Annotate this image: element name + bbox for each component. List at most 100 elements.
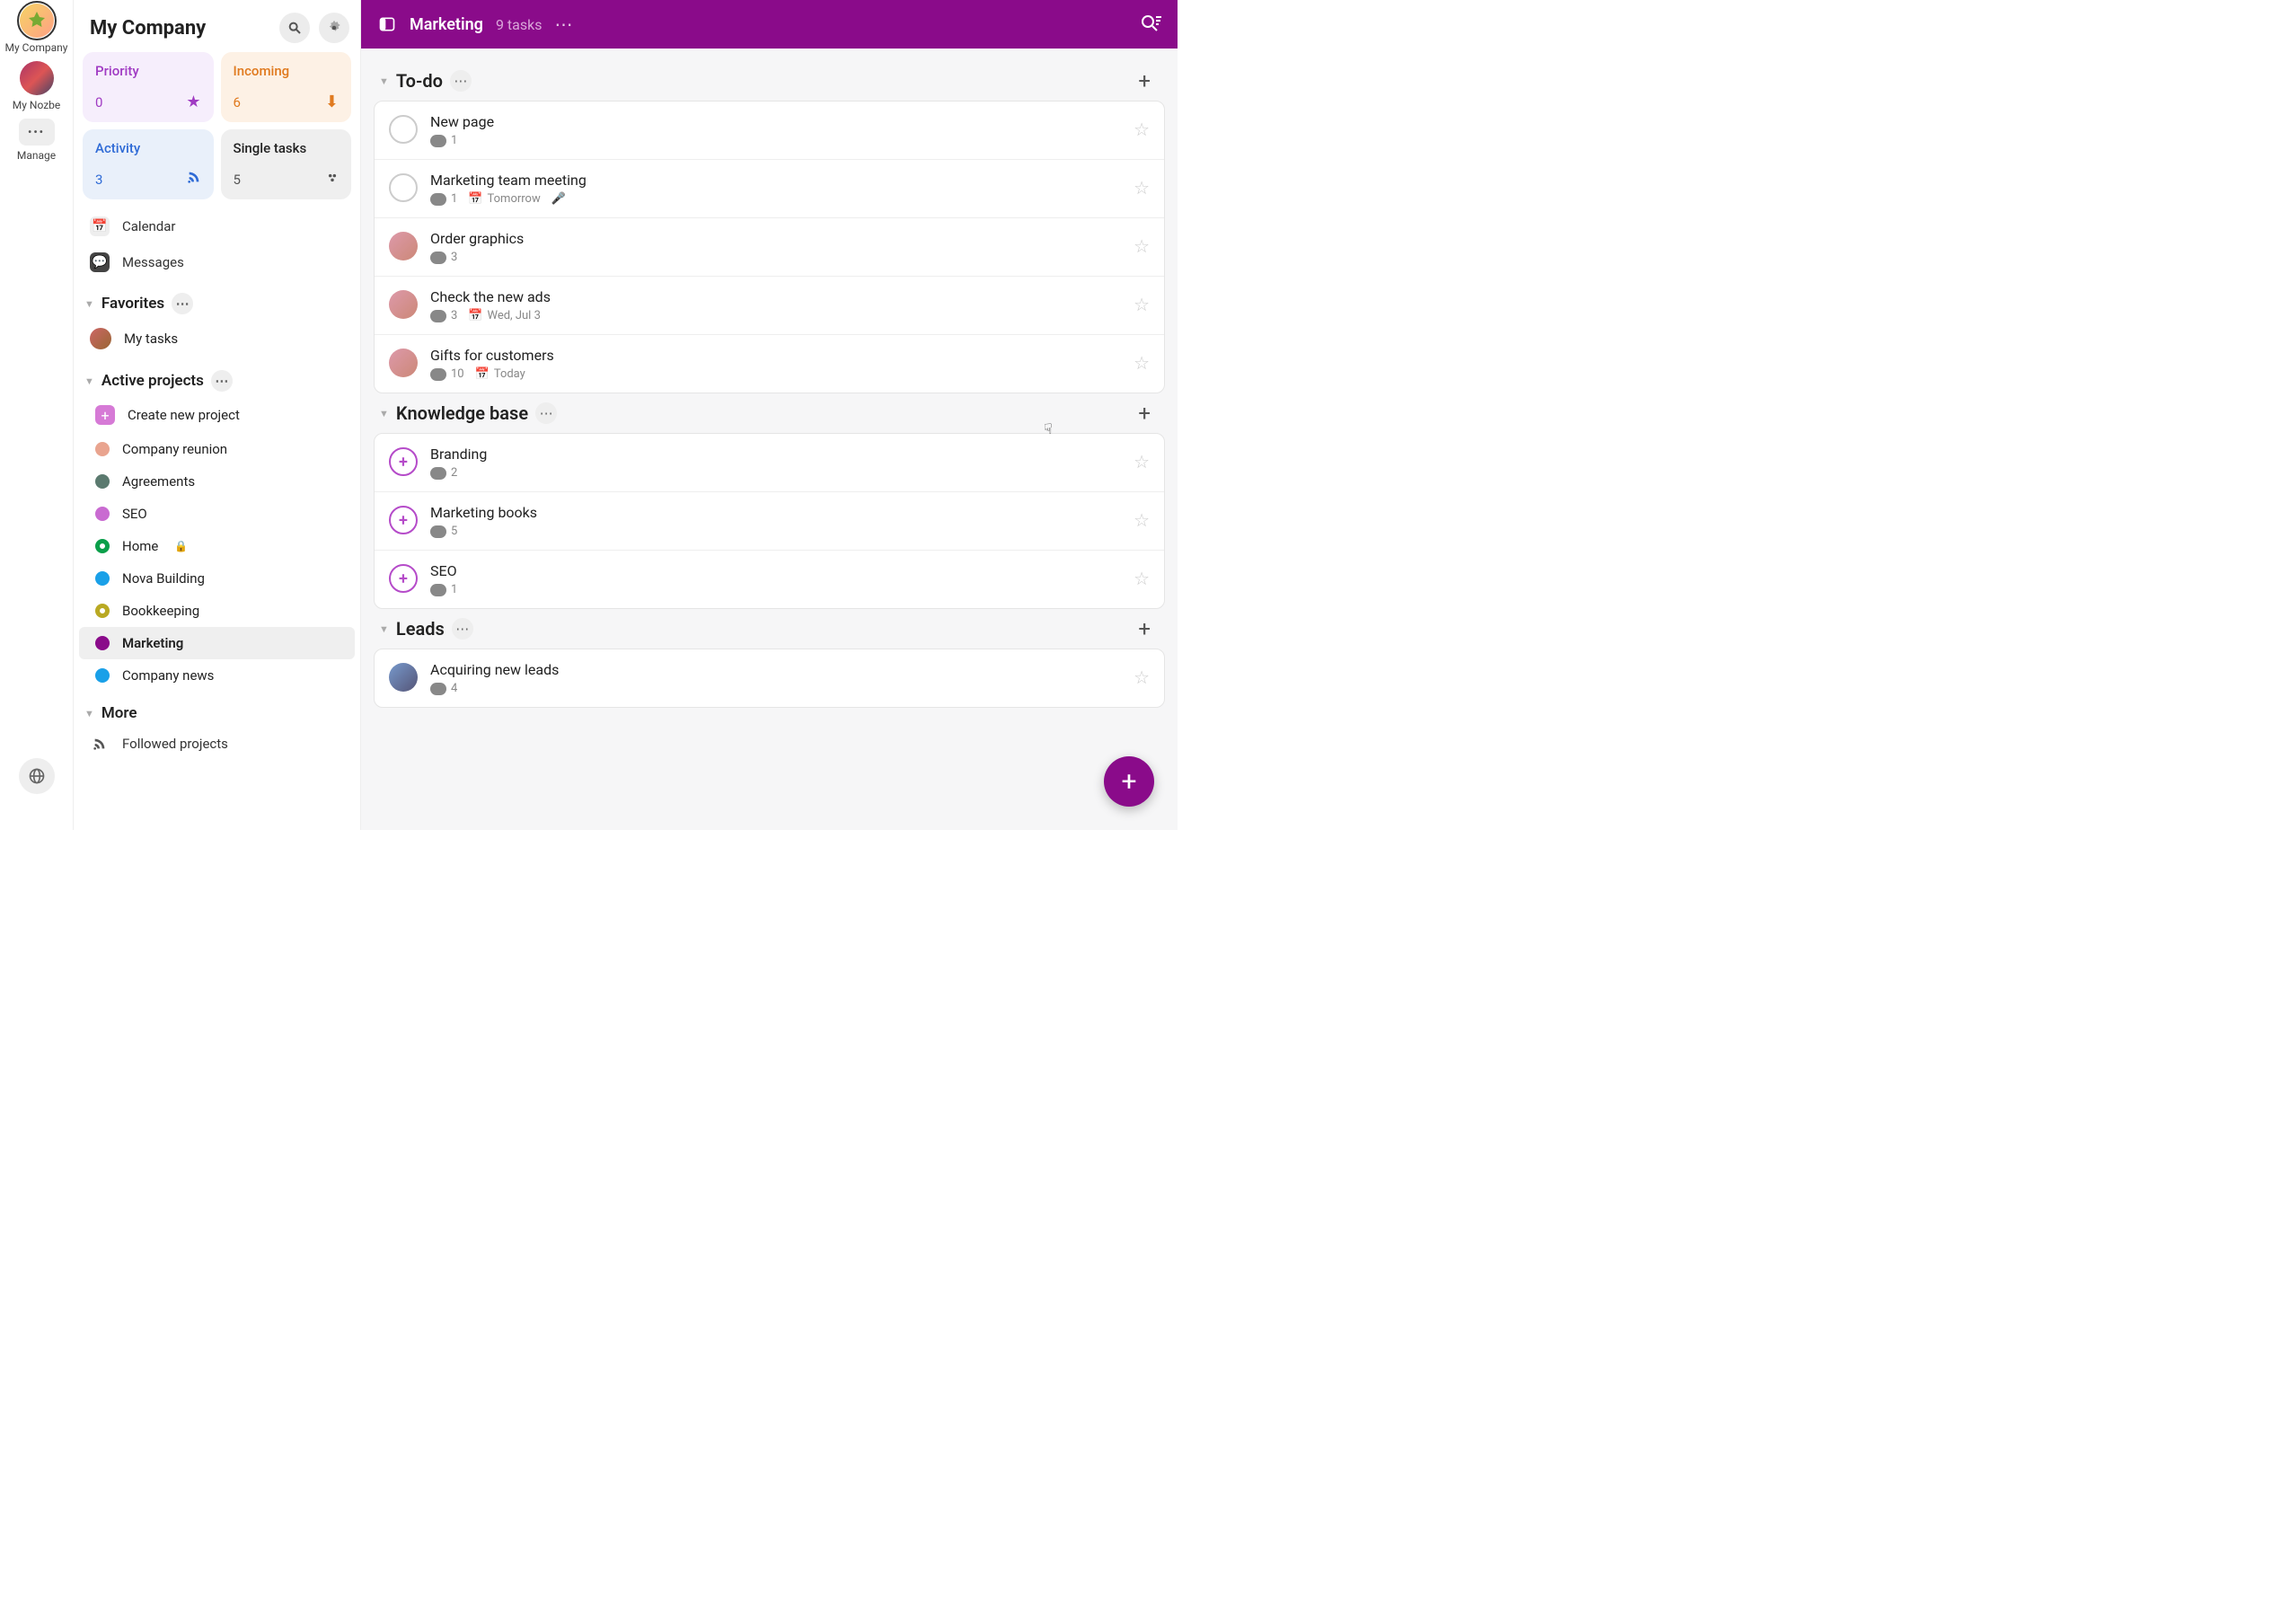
chevron-down-icon: ▼ — [379, 623, 389, 635]
search-button[interactable] — [279, 13, 310, 43]
task-row[interactable]: New page1☆ — [375, 102, 1164, 160]
task-avatar[interactable] — [389, 115, 418, 144]
favorites-section-header[interactable]: ▼ Favorites ⋯ — [74, 280, 360, 320]
filter-button[interactable] — [1140, 12, 1161, 37]
star-icon: ★ — [186, 93, 200, 111]
task-name: SEO — [430, 562, 1121, 579]
project-item-company-news[interactable]: Company news — [79, 659, 355, 692]
task-avatar[interactable] — [389, 663, 418, 692]
section-title: Knowledge base — [396, 402, 528, 424]
tile-single-tasks[interactable]: Single tasks 5 — [221, 129, 352, 199]
project-color-dot — [95, 442, 110, 456]
task-row[interactable]: +Marketing books5☆ — [375, 492, 1164, 551]
tile-count: 0 — [95, 94, 102, 110]
task-row[interactable]: +Branding2☆ — [375, 434, 1164, 492]
section-add-button[interactable]: + — [1138, 616, 1160, 641]
nav-label: Messages — [122, 254, 184, 270]
task-avatar[interactable] — [389, 349, 418, 377]
project-item-nova-building[interactable]: Nova Building — [79, 562, 355, 595]
project-item-company-reunion[interactable]: Company reunion — [79, 433, 355, 465]
task-row[interactable]: Order graphics3 ☆ — [375, 218, 1164, 277]
rail-workspace-company[interactable]: My Company — [0, 4, 73, 54]
project-color-dot — [95, 507, 110, 521]
task-meta: 3 — [430, 251, 1121, 264]
task-star-button[interactable]: ☆ — [1134, 352, 1150, 374]
project-label: Marketing — [122, 635, 183, 651]
task-avatar[interactable] — [389, 173, 418, 202]
task-star-button[interactable]: ☆ — [1134, 177, 1150, 199]
project-label: SEO — [122, 506, 147, 522]
nav-followed-projects[interactable]: Followed projects — [74, 728, 360, 760]
project-item-marketing[interactable]: Marketing — [79, 627, 355, 659]
followed-icon — [90, 737, 110, 751]
section-title: Leads — [396, 618, 445, 640]
task-star-button[interactable]: ☆ — [1134, 509, 1150, 531]
project-title: Marketing — [410, 15, 483, 34]
task-list: New page1☆Marketing team meeting1📅Tomorr… — [374, 101, 1165, 393]
tile-activity[interactable]: Activity 3 — [83, 129, 214, 199]
task-name: Marketing team meeting — [430, 172, 1121, 189]
task-row[interactable]: Gifts for customers10📅Today ☆ — [375, 335, 1164, 393]
more-section-header[interactable]: ▼ More — [74, 692, 360, 728]
projects-section-header[interactable]: ▼ Active projects ⋯ — [74, 357, 360, 397]
section-menu-button[interactable]: ⋯ — [535, 402, 557, 424]
task-meta: 1 — [430, 134, 1121, 147]
project-item-seo[interactable]: SEO — [79, 498, 355, 530]
section-add-button[interactable]: + — [1138, 68, 1160, 93]
task-row[interactable]: Check the new ads3📅Wed, Jul 3☆ — [375, 277, 1164, 335]
task-star-button[interactable]: ☆ — [1134, 666, 1150, 688]
section-header[interactable]: ▼ Leads ⋯ + — [374, 609, 1165, 649]
project-color-dot — [95, 668, 110, 683]
task-body: SEO1 — [430, 562, 1121, 596]
favorite-my-tasks[interactable]: My tasks — [74, 320, 360, 357]
section-menu-button[interactable]: ⋯ — [172, 293, 193, 314]
tile-incoming[interactable]: Incoming 6 ⬇ — [221, 52, 352, 122]
section-header[interactable]: ▼ To-do ⋯ + — [374, 61, 1165, 101]
task-body: Order graphics3 — [430, 230, 1121, 264]
project-label: Nova Building — [122, 570, 205, 587]
rail-manage[interactable]: ••• Manage — [0, 119, 73, 162]
tile-priority[interactable]: Priority 0 ★ — [83, 52, 214, 122]
task-avatar[interactable] — [389, 232, 418, 260]
rail-workspace-mynozbe[interactable]: My Nozbe — [0, 61, 73, 111]
task-star-button[interactable]: ☆ — [1134, 119, 1150, 140]
task-avatar[interactable]: + — [389, 506, 418, 534]
task-star-button[interactable]: ☆ — [1134, 568, 1150, 589]
task-star-button[interactable]: ☆ — [1134, 294, 1150, 315]
section-add-button[interactable]: + — [1138, 401, 1160, 426]
task-avatar[interactable] — [389, 290, 418, 319]
project-item-home[interactable]: Home🔒 — [79, 530, 355, 562]
tile-count: 6 — [234, 94, 241, 110]
task-body: Acquiring new leads4 — [430, 661, 1121, 695]
create-project-button[interactable]: + Create new project — [79, 397, 355, 433]
task-avatar[interactable]: + — [389, 447, 418, 476]
task-avatar[interactable]: + — [389, 564, 418, 593]
project-menu-button[interactable]: ⋯ — [554, 13, 574, 35]
section-menu-button[interactable]: ⋯ — [450, 70, 472, 92]
task-list: +Branding2☆+Marketing books5☆+SEO1☆ — [374, 433, 1165, 609]
workspace-avatar — [20, 61, 54, 95]
nav-messages[interactable]: 💬 Messages — [74, 244, 360, 280]
task-row[interactable]: Acquiring new leads4 ☆ — [375, 649, 1164, 707]
add-task-fab[interactable]: + — [1104, 756, 1154, 807]
task-meta: 5 — [430, 525, 1121, 538]
section-header[interactable]: ▼ Knowledge base ⋯ + — [374, 393, 1165, 433]
section-menu-button[interactable]: ⋯ — [211, 370, 233, 392]
task-star-button[interactable]: ☆ — [1134, 235, 1150, 257]
project-item-agreements[interactable]: Agreements — [79, 465, 355, 498]
task-meta: 4 — [430, 682, 1121, 695]
task-comments: 5 — [430, 525, 457, 538]
task-row[interactable]: Marketing team meeting1📅Tomorrow🎤☆ — [375, 160, 1164, 218]
sidebar-toggle-button[interactable] — [377, 14, 397, 34]
nav-calendar[interactable]: 📅 Calendar — [74, 208, 360, 244]
chevron-down-icon: ▼ — [84, 708, 94, 719]
section-menu-button[interactable]: ⋯ — [452, 618, 473, 640]
rail-globe-button[interactable] — [19, 758, 55, 794]
task-row[interactable]: + SEO1 ☆ — [375, 551, 1164, 608]
tile-name: Incoming — [234, 63, 340, 79]
task-body: Gifts for customers10📅Today — [430, 347, 1121, 381]
settings-button[interactable] — [319, 13, 349, 43]
project-item-bookkeeping[interactable]: Bookkeeping — [79, 595, 355, 627]
task-star-button[interactable]: ☆ — [1134, 451, 1150, 472]
calendar-icon: 📅 — [90, 216, 110, 236]
